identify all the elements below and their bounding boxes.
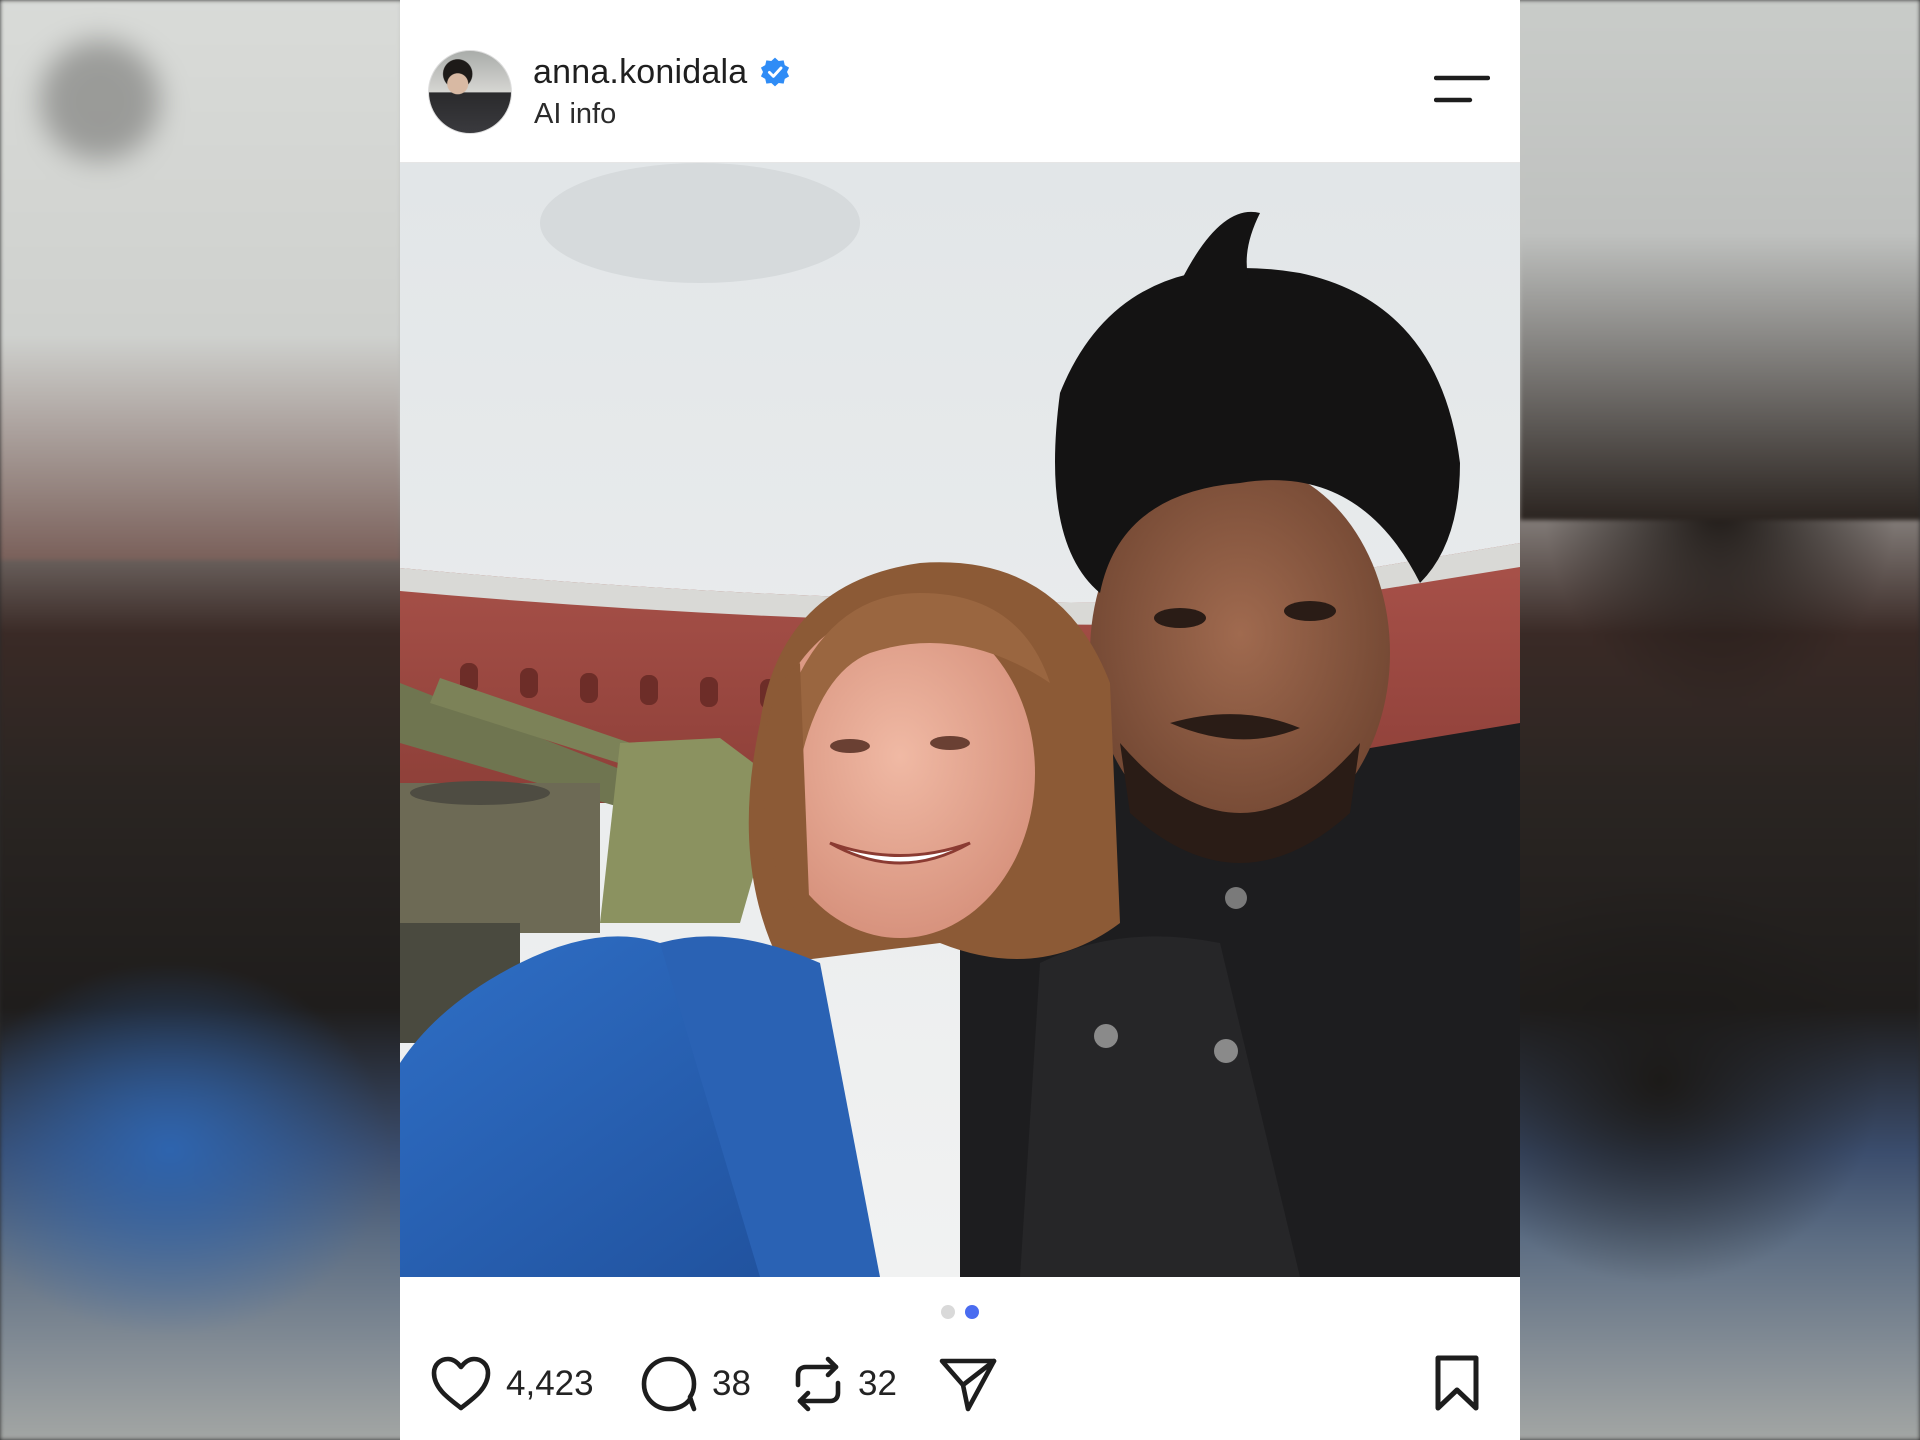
carousel-dot-active[interactable]	[965, 1305, 979, 1319]
post-actions-bar: 4,423 38 32	[400, 1348, 1520, 1420]
carousel-dot[interactable]	[941, 1305, 955, 1319]
post-header: anna.konidala AI info	[400, 0, 1520, 163]
menu-icon[interactable]	[1434, 72, 1490, 108]
ai-info-label[interactable]: AI info	[534, 98, 616, 131]
post-card: anna.konidala AI info 4,423 38 32	[400, 0, 1520, 1440]
save-button[interactable]	[1432, 1348, 1482, 1420]
like-count: 4,423	[506, 1364, 594, 1403]
comment-count: 38	[712, 1364, 751, 1403]
repost-button[interactable]: 32	[792, 1348, 897, 1420]
verified-badge-icon	[761, 57, 790, 87]
like-button[interactable]: 4,423	[430, 1348, 594, 1420]
send-icon	[939, 1358, 997, 1412]
carousel-indicator	[400, 1305, 1520, 1325]
username[interactable]: anna.konidala	[533, 53, 747, 92]
backdrop-right-band	[1520, 0, 1920, 520]
heart-icon	[431, 1356, 491, 1411]
post-photo-illustration	[400, 163, 1520, 1277]
username-row: anna.konidala	[533, 50, 791, 94]
backdrop-blob	[40, 40, 160, 160]
post-photo[interactable]	[400, 163, 1520, 1277]
repost-icon	[795, 1356, 841, 1412]
comment-button[interactable]: 38	[640, 1348, 751, 1420]
bookmark-icon	[1435, 1355, 1479, 1411]
avatar[interactable]	[428, 50, 512, 134]
share-button[interactable]	[938, 1348, 998, 1420]
comment-icon	[641, 1356, 697, 1412]
repost-count: 32	[858, 1364, 897, 1403]
